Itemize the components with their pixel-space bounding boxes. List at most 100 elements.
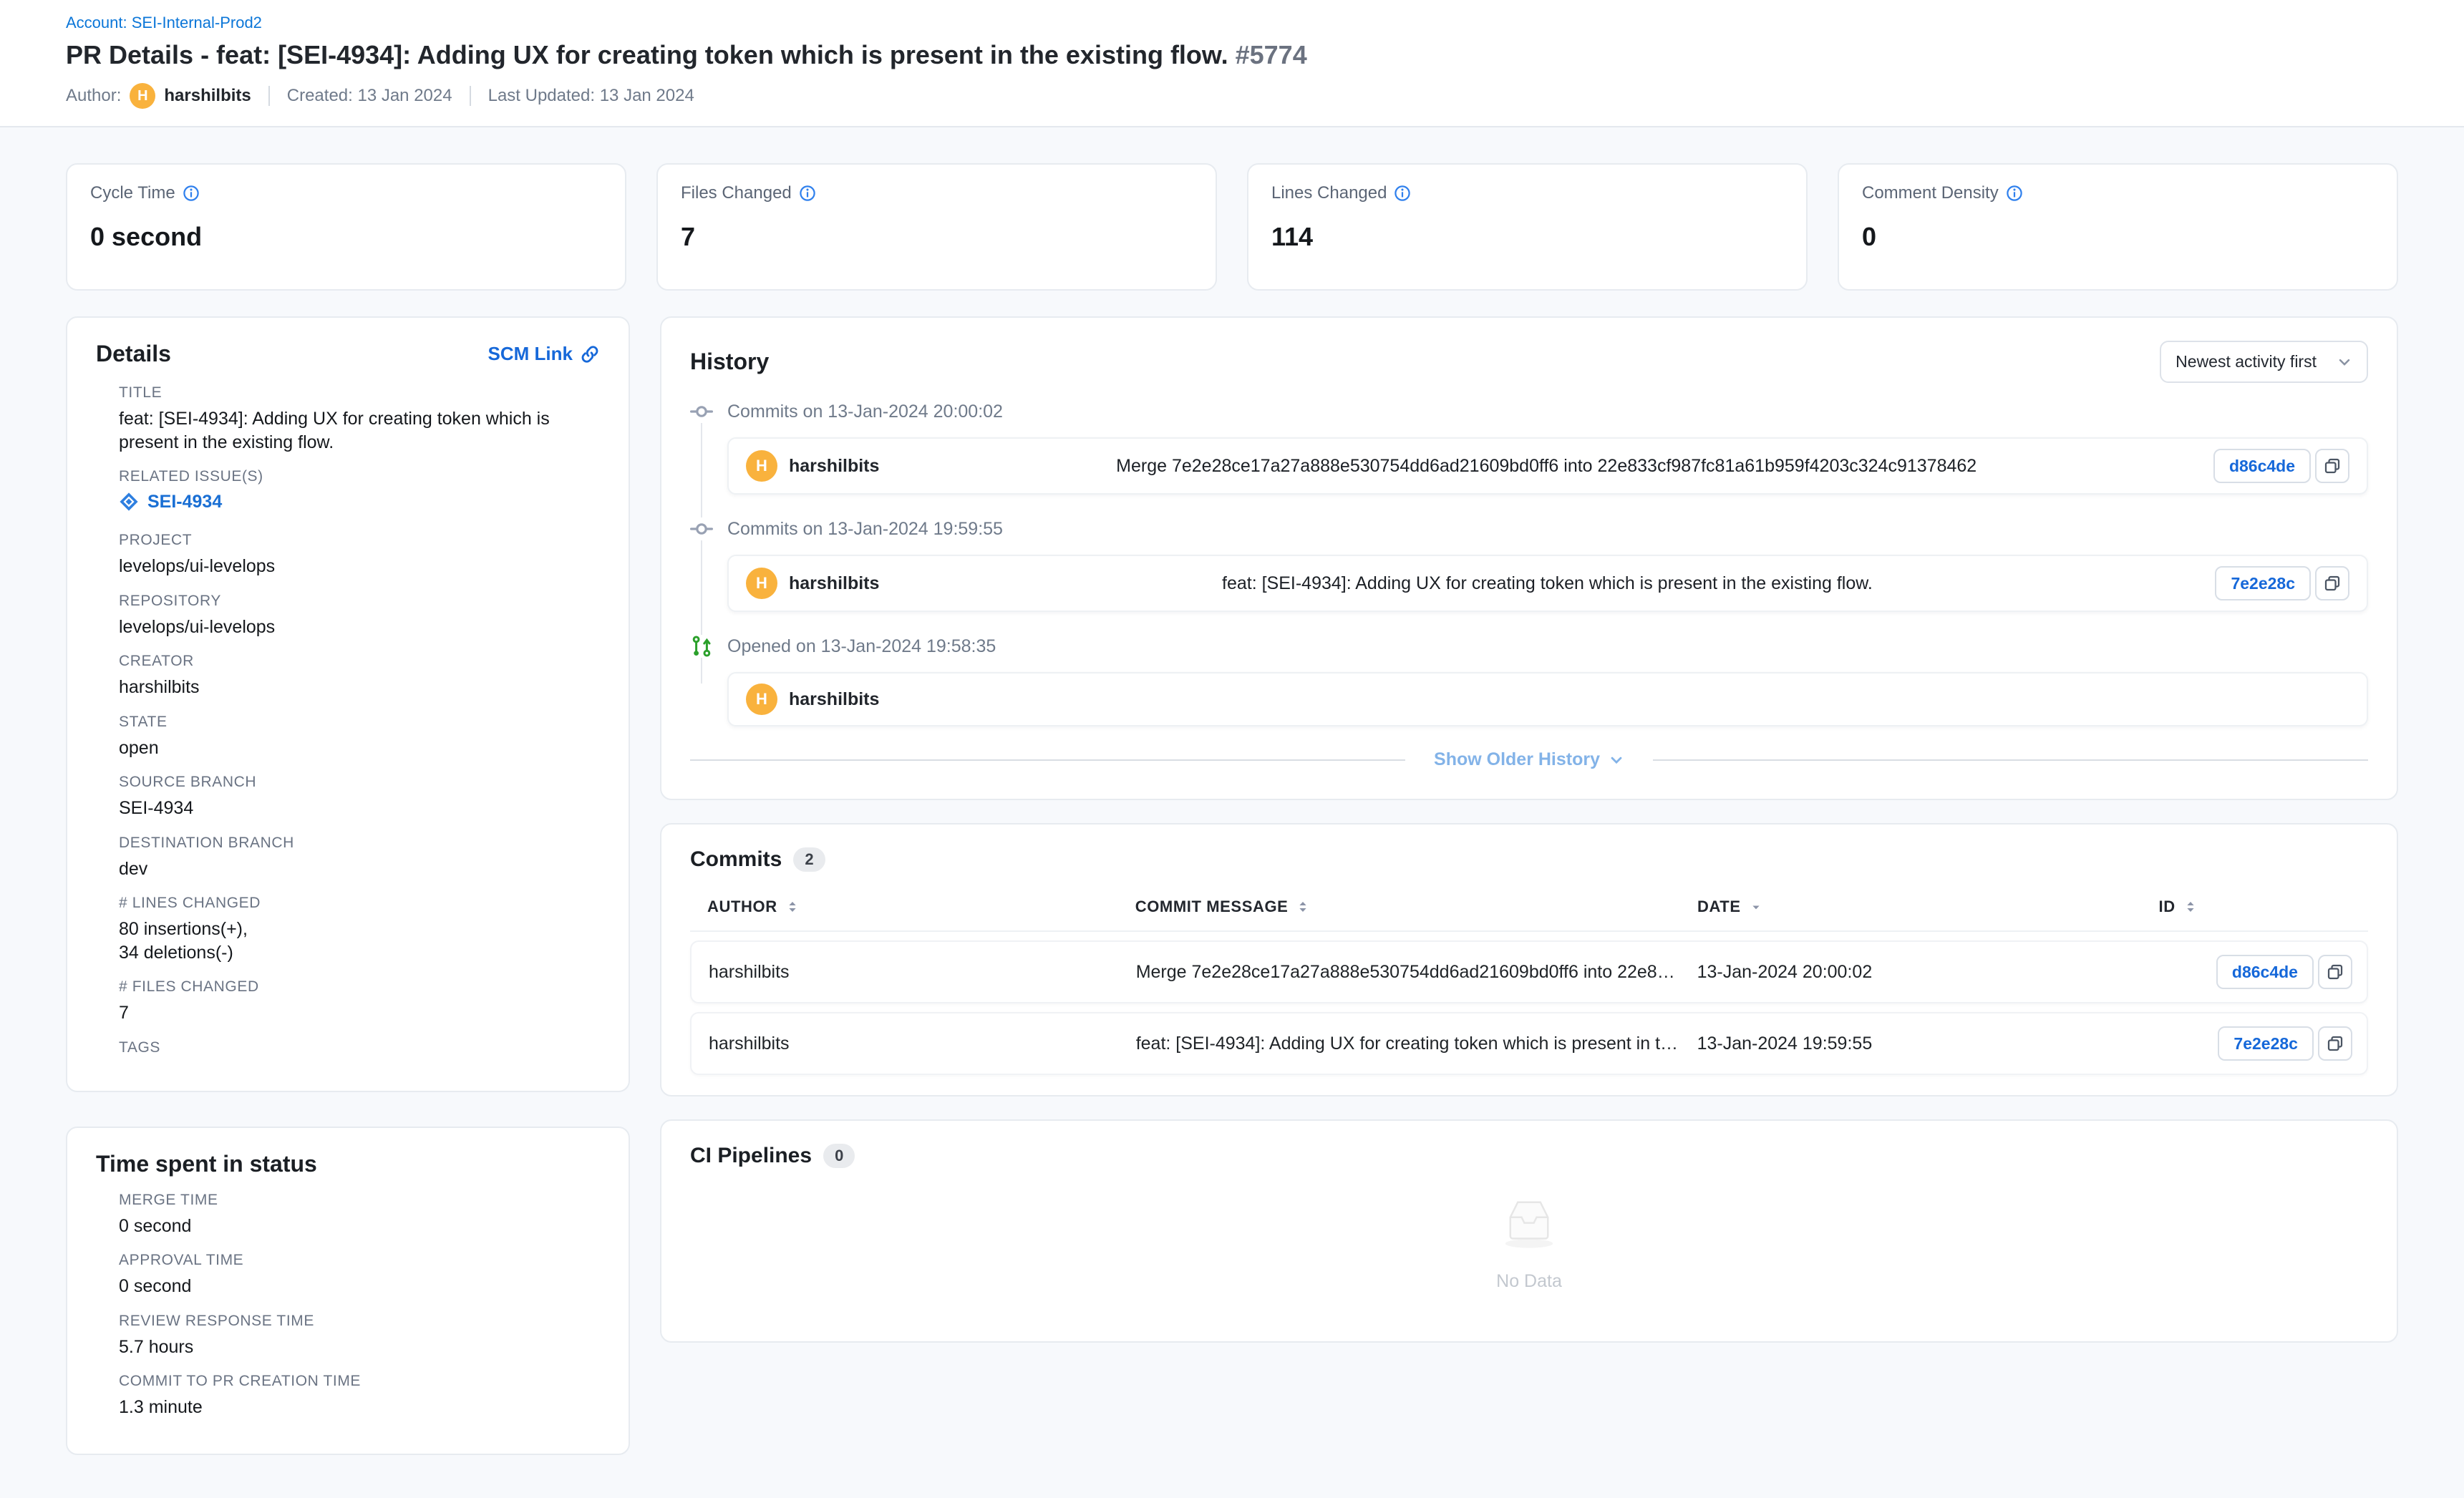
field-label: APPROVAL TIME xyxy=(119,1252,600,1269)
field-label: TITLE xyxy=(119,384,600,402)
field-creator: CREATOR harshilbits xyxy=(119,653,600,699)
field-tags: TAGS xyxy=(119,1039,600,1056)
commit-hash-button[interactable]: 7e2e28c xyxy=(2218,1026,2314,1061)
history-panel: History Newest activity first xyxy=(660,316,2398,800)
commits-panel: Commits 2 AUTHOR COMMIT MESSAGE xyxy=(660,823,2398,1096)
field-merge-time: MERGE TIME 0 second xyxy=(119,1192,600,1238)
commit-author-name: harshilbits xyxy=(789,689,879,710)
chevron-down-icon xyxy=(1609,752,1624,768)
cell-id: 7e2e28c xyxy=(2140,1026,2367,1061)
metric-label: Cycle Time xyxy=(90,183,175,203)
field-label: MERGE TIME xyxy=(119,1192,600,1209)
metric-card-cycle-time: Cycle Time 0 second xyxy=(66,163,626,291)
timeline-event-text: Opened on 13-Jan-2024 19:58:35 xyxy=(727,636,996,657)
field-label: REVIEW RESPONSE TIME xyxy=(119,1313,600,1330)
table-row: harshilbits feat: [SEI-4934]: Adding UX … xyxy=(690,1012,2368,1075)
field-label: SOURCE BRANCH xyxy=(119,774,600,791)
history-sort-dropdown[interactable]: Newest activity first xyxy=(2160,341,2368,383)
avatar-initial: H xyxy=(756,574,767,593)
column-header-id[interactable]: ID xyxy=(2142,898,2368,916)
sort-desc-icon xyxy=(1750,899,1762,915)
field-value: 0 second xyxy=(119,1275,600,1298)
history-commit-card: H harshilbits Merge 7e2e28ce17a27a888e53… xyxy=(727,437,2368,495)
details-title: Details xyxy=(96,341,171,367)
field-label: TAGS xyxy=(119,1039,600,1056)
field-label: PROJECT xyxy=(119,532,600,549)
related-issue-link[interactable]: SEI-4934 xyxy=(119,492,222,512)
commit-icon xyxy=(690,400,713,423)
timeline-event-label: Opened on 13-Jan-2024 19:58:35 xyxy=(690,635,2368,658)
field-approval-time: APPROVAL TIME 0 second xyxy=(119,1252,600,1298)
sort-both-icon xyxy=(786,899,799,915)
author-avatar: H xyxy=(130,83,155,109)
field-review-response-time: REVIEW RESPONSE TIME 5.7 hours xyxy=(119,1313,600,1359)
copy-icon[interactable] xyxy=(2318,955,2352,989)
right-column: History Newest activity first xyxy=(660,316,2398,1343)
page-title: PR Details - feat: [SEI-4934]: Adding UX… xyxy=(66,39,2398,70)
pr-details-page: Account: SEI-Internal-Prod2 PR Details -… xyxy=(0,0,2464,1498)
copy-icon[interactable] xyxy=(2315,566,2349,600)
column-header-date[interactable]: DATE xyxy=(1680,898,2142,916)
info-icon[interactable] xyxy=(799,185,816,202)
info-icon[interactable] xyxy=(1394,185,1411,202)
show-older-label: Show Older History xyxy=(1434,749,1600,770)
commit-hash-button[interactable]: d86c4de xyxy=(2216,955,2314,989)
field-value: harshilbits xyxy=(119,676,600,699)
commit-author: H harshilbits xyxy=(746,568,879,599)
commits-table-header: AUTHOR COMMIT MESSAGE DATE xyxy=(690,892,2368,932)
divider xyxy=(268,86,270,106)
timeline-event-label: Commits on 13-Jan-2024 20:00:02 xyxy=(690,400,2368,423)
history-title: History xyxy=(690,349,769,375)
commit-author-name: harshilbits xyxy=(789,456,879,477)
history-commit-card: H harshilbits feat: [SEI-4934]: Adding U… xyxy=(727,555,2368,612)
page-title-text: PR Details - feat: [SEI-4934]: Adding UX… xyxy=(66,40,1228,69)
metric-value: 0 second xyxy=(90,222,602,252)
avatar: H xyxy=(746,450,777,482)
column-header-commit-message[interactable]: COMMIT MESSAGE xyxy=(1118,898,1680,916)
copy-icon[interactable] xyxy=(2315,449,2349,483)
show-older-history-link[interactable]: Show Older History xyxy=(1434,749,1624,770)
created-date: Created: 13 Jan 2024 xyxy=(287,86,452,106)
field-value: 80 insertions(+), xyxy=(119,918,600,941)
cell-commit-message: Merge 7e2e28ce17a27a888e530754dd6ad21609… xyxy=(1119,962,1680,983)
field-value: SEI-4934 xyxy=(119,797,600,820)
ci-pipelines-title: CI Pipelines xyxy=(690,1144,812,1168)
column-header-author[interactable]: AUTHOR xyxy=(690,898,1118,916)
cell-commit-message: feat: [SEI-4934]: Adding UX for creating… xyxy=(1119,1033,1680,1054)
scm-link[interactable]: SCM Link xyxy=(488,343,600,365)
field-source-branch: SOURCE BRANCH SEI-4934 xyxy=(119,774,600,820)
avatar-initial: H xyxy=(756,457,767,475)
issue-link-label[interactable]: SEI-4934 xyxy=(147,492,222,512)
info-icon[interactable] xyxy=(2006,185,2023,202)
field-lines-changed: # LINES CHANGED 80 insertions(+), 34 del… xyxy=(119,895,600,964)
cell-author: harshilbits xyxy=(692,1033,1119,1054)
field-label: CREATOR xyxy=(119,653,600,670)
field-value: levelops/ui-levelops xyxy=(119,555,600,578)
field-value: feat: [SEI-4934]: Adding UX for creating… xyxy=(119,407,600,454)
copy-icon[interactable] xyxy=(2318,1026,2352,1061)
account-breadcrumb[interactable]: Account: SEI-Internal-Prod2 xyxy=(66,14,262,32)
field-commit-to-pr-time: COMMIT TO PR CREATION TIME 1.3 minute xyxy=(119,1373,600,1419)
show-older-row: Show Older History xyxy=(690,749,2368,770)
avatar-initial: H xyxy=(137,88,147,104)
field-value: 7 xyxy=(119,1001,600,1025)
commit-hash-button[interactable]: d86c4de xyxy=(2213,449,2311,483)
table-row: harshilbits Merge 7e2e28ce17a27a888e5307… xyxy=(690,940,2368,1003)
timeline-event-text: Commits on 13-Jan-2024 20:00:02 xyxy=(727,402,1003,422)
metric-value: 7 xyxy=(681,222,1193,252)
metric-card-lines-changed: Lines Changed 114 xyxy=(1247,163,1808,291)
field-state: STATE open xyxy=(119,714,600,760)
info-icon[interactable] xyxy=(183,185,200,202)
field-label: RELATED ISSUE(S) xyxy=(119,468,600,485)
avatar: H xyxy=(746,684,777,715)
commit-hash-button[interactable]: 7e2e28c xyxy=(2215,566,2311,600)
timeline-event-text: Commits on 13-Jan-2024 19:59:55 xyxy=(727,519,1003,540)
author-label: Author: xyxy=(66,86,121,106)
field-value: 1.3 minute xyxy=(119,1396,600,1419)
ci-pipelines-panel: CI Pipelines 0 No Data xyxy=(660,1119,2398,1343)
author-name: harshilbits xyxy=(164,86,251,106)
scm-link-label: SCM Link xyxy=(488,343,573,365)
page-header: Account: SEI-Internal-Prod2 PR Details -… xyxy=(0,0,2464,127)
time-spent-panel: Time spent in status MERGE TIME 0 second… xyxy=(66,1127,630,1455)
metrics-row: Cycle Time 0 second Files Changed 7 xyxy=(66,163,2398,291)
